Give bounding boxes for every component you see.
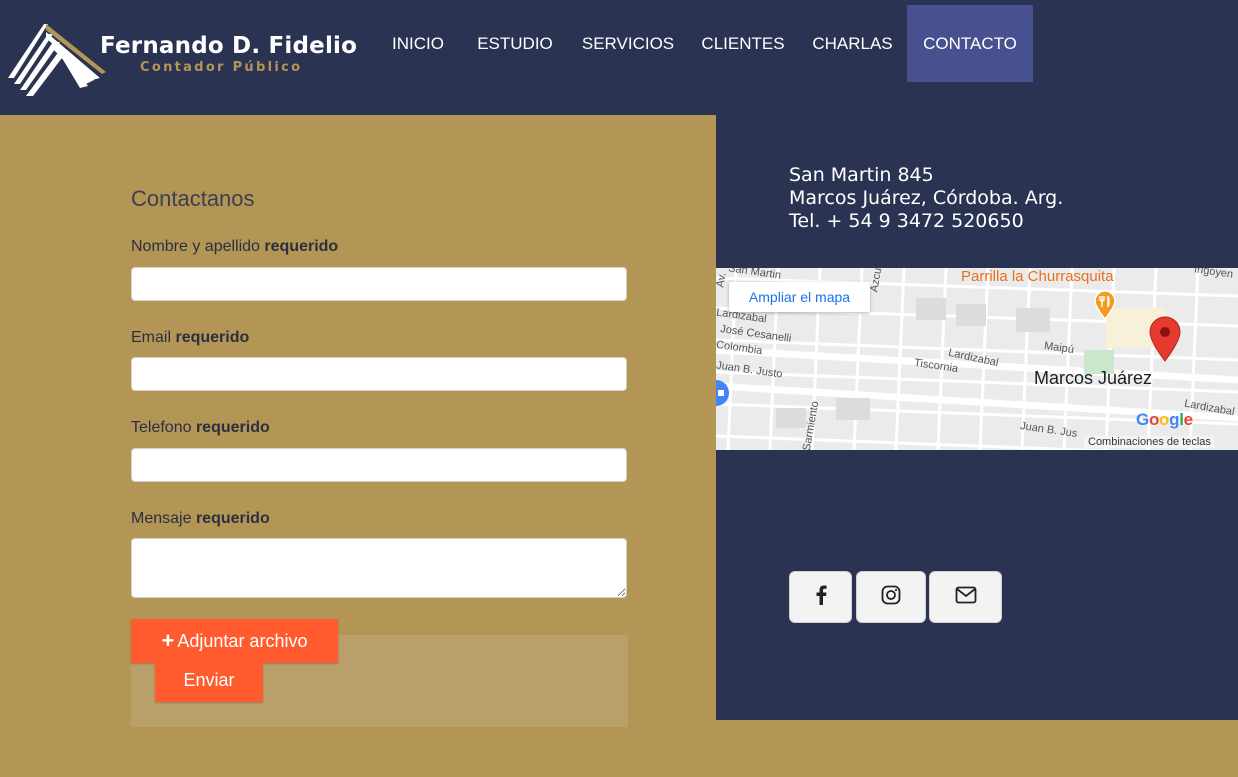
nav-item-estudio[interactable]: ESTUDIO	[470, 5, 560, 82]
email-field-label: Email requerido	[131, 329, 249, 347]
instagram-button[interactable]	[856, 571, 926, 623]
phone-input[interactable]	[131, 448, 627, 482]
name-label-text: Nombre y apellido	[131, 238, 260, 255]
nav-item-contacto[interactable]: CONTACTO	[907, 5, 1033, 82]
location-pin-icon[interactable]	[1148, 316, 1182, 362]
mail-icon	[955, 586, 977, 609]
facebook-icon	[815, 585, 827, 610]
site-header: Fernando D. Fidelio Contador Público INI…	[0, 0, 1238, 115]
shopping-pin-icon[interactable]	[716, 378, 732, 408]
logo-pyramid-icon[interactable]	[6, 18, 106, 100]
message-label-text: Mensaje	[131, 510, 192, 527]
form-title: Contactanos	[131, 186, 255, 211]
name-input[interactable]	[131, 267, 627, 301]
nav-item-charlas[interactable]: CHARLAS	[806, 5, 899, 82]
enlarge-map-button[interactable]: Ampliar el mapa	[729, 282, 870, 312]
required-marker: requerido	[175, 329, 250, 346]
nav-item-servicios[interactable]: SERVICIOS	[576, 5, 680, 82]
message-textarea[interactable]	[131, 538, 627, 598]
map-place-label: Marcos Juárez	[1034, 368, 1153, 388]
brand-name[interactable]: Fernando D. Fidelio	[100, 33, 357, 59]
phone-label-text: Telefono	[131, 419, 192, 436]
restaurant-pin-icon[interactable]	[1094, 290, 1116, 321]
nav-item-inicio[interactable]: INICIO	[383, 5, 453, 82]
phone-line: Tel. + 54 9 3472 520650	[789, 210, 1024, 232]
brand-subtitle: Contador Público	[140, 60, 303, 75]
keyboard-shortcuts-link[interactable]: Combinaciones de teclas	[1084, 436, 1215, 448]
google-logo: Google	[1136, 410, 1193, 429]
required-marker: requerido	[195, 510, 270, 527]
plus-icon: +	[161, 628, 175, 653]
attach-file-label: Adjuntar archivo	[177, 630, 308, 651]
nav-item-clientes[interactable]: CLIENTES	[696, 5, 790, 82]
poi-label[interactable]: Parrilla la Churrasquita	[961, 268, 1114, 285]
send-button[interactable]: Enviar	[155, 659, 263, 702]
required-marker: requerido	[195, 419, 270, 436]
email-input[interactable]	[131, 357, 627, 391]
required-marker: requerido	[264, 238, 339, 255]
email-button[interactable]	[929, 571, 1002, 623]
name-field-label: Nombre y apellido requerido	[131, 238, 338, 256]
attach-file-button[interactable]: + Adjuntar archivo	[131, 619, 338, 663]
phone-field-label: Telefono requerido	[131, 419, 270, 437]
facebook-button[interactable]	[789, 571, 852, 623]
instagram-icon	[881, 585, 901, 610]
city-line: Marcos Juárez, Córdoba. Arg.	[789, 187, 1064, 209]
email-label-text: Email	[131, 329, 172, 346]
message-field-label: Mensaje requerido	[131, 510, 270, 528]
address-line: San Martin 845	[789, 164, 934, 186]
